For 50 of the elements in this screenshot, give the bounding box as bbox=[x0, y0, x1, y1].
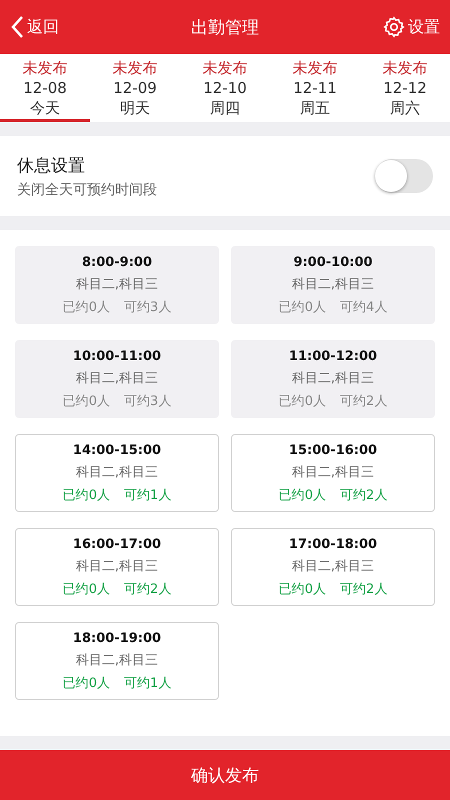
back-icon bbox=[10, 15, 24, 39]
page-title: 出勤管理 bbox=[191, 16, 259, 38]
slot-time: 16:00-17:00 bbox=[72, 536, 162, 552]
rest-title: 休息设置 bbox=[17, 154, 86, 176]
available-count: 可约2人 bbox=[340, 392, 388, 410]
slot-subjects: 科目二,科目三 bbox=[76, 464, 158, 480]
available-count: 可约4人 bbox=[340, 298, 388, 316]
time-slot-card[interactable]: 14:00-15:00 科目二,科目三 已约0人 可约1人 bbox=[15, 434, 219, 512]
available-count: 可约3人 bbox=[124, 298, 172, 316]
booked-count: 已约0人 bbox=[62, 486, 110, 504]
slot-subjects: 科目二,科目三 bbox=[292, 276, 374, 292]
slot-time: 18:00-19:00 bbox=[72, 630, 162, 646]
available-count: 可约1人 bbox=[124, 486, 172, 504]
booked-count: 已约0人 bbox=[278, 580, 326, 598]
rest-toggle[interactable] bbox=[375, 159, 433, 193]
settings-button[interactable]: 设置 bbox=[383, 16, 440, 38]
settings-icon bbox=[383, 16, 405, 38]
available-count: 可约2人 bbox=[340, 580, 388, 598]
slot-time: 9:00-10:00 bbox=[293, 254, 373, 270]
slot-subjects: 科目二,科目三 bbox=[76, 276, 158, 292]
time-slot-card[interactable]: 15:00-16:00 科目二,科目三 已约0人 可约2人 bbox=[231, 434, 435, 512]
slot-time: 8:00-9:00 bbox=[82, 254, 152, 270]
slot-time: 17:00-18:00 bbox=[288, 536, 378, 552]
slot-time: 10:00-11:00 bbox=[72, 348, 162, 364]
slot-time: 15:00-16:00 bbox=[288, 442, 378, 458]
rest-subtitle: 关闭全天可预约时间段 bbox=[17, 180, 157, 198]
booked-count: 已约0人 bbox=[62, 392, 110, 410]
back-button[interactable]: 返回 bbox=[10, 15, 59, 39]
booked-count: 已约0人 bbox=[62, 674, 110, 692]
booked-count: 已约0人 bbox=[278, 392, 326, 410]
booked-count: 已约0人 bbox=[62, 298, 110, 316]
available-count: 可约3人 bbox=[124, 392, 172, 410]
time-slot-card[interactable]: 18:00-19:00 科目二,科目三 已约0人 可约1人 bbox=[15, 622, 219, 700]
slot-subjects: 科目二,科目三 bbox=[76, 370, 158, 386]
slot-subjects: 科目二,科目三 bbox=[292, 558, 374, 574]
slot-time: 14:00-15:00 bbox=[72, 442, 162, 458]
slot-subjects: 科目二,科目三 bbox=[292, 370, 374, 386]
slot-subjects: 科目二,科目三 bbox=[76, 558, 158, 574]
available-count: 可约2人 bbox=[340, 486, 388, 504]
publish-button[interactable]: 确认发布 bbox=[0, 750, 450, 800]
time-slot-card[interactable]: 17:00-18:00 科目二,科目三 已约0人 可约2人 bbox=[231, 528, 435, 606]
time-slot-card[interactable]: 16:00-17:00 科目二,科目三 已约0人 可约2人 bbox=[15, 528, 219, 606]
booked-count: 已约0人 bbox=[62, 580, 110, 598]
booked-count: 已约0人 bbox=[278, 486, 326, 504]
available-count: 可约2人 bbox=[124, 580, 172, 598]
available-count: 可约1人 bbox=[124, 674, 172, 692]
booked-count: 已约0人 bbox=[278, 298, 326, 316]
slot-subjects: 科目二,科目三 bbox=[292, 464, 374, 480]
slot-subjects: 科目二,科目三 bbox=[76, 652, 158, 668]
slot-time: 11:00-12:00 bbox=[288, 348, 378, 364]
